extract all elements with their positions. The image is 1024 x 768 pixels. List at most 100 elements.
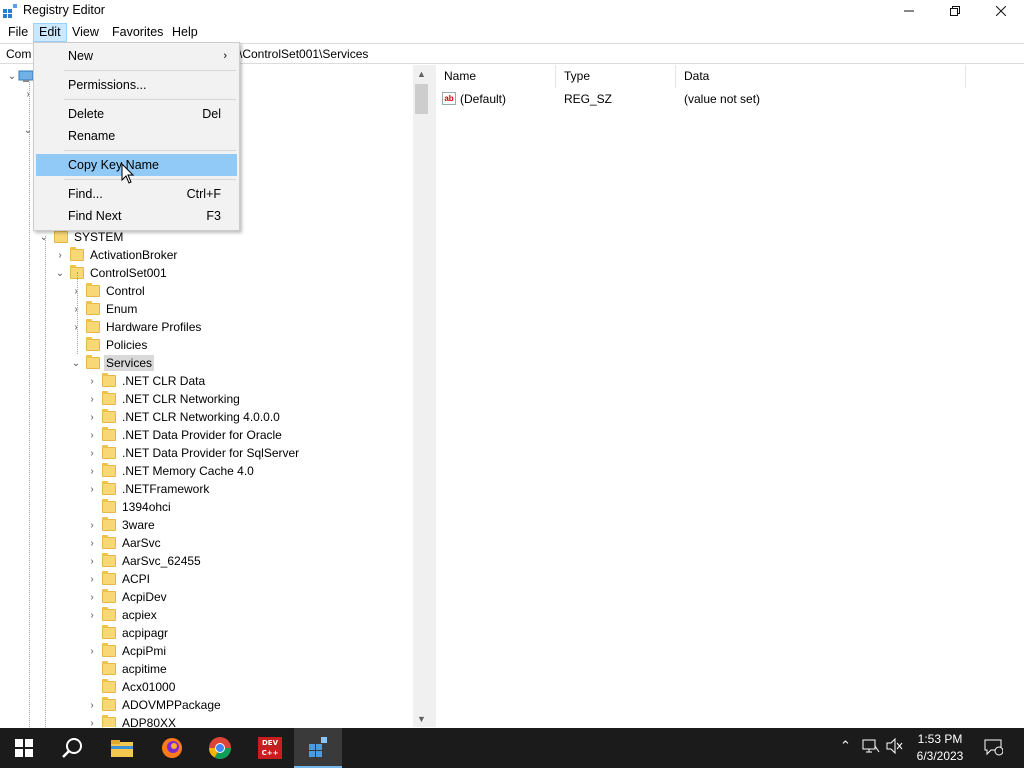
chevron-right-icon[interactable]: › (86, 519, 98, 531)
tree-item-service[interactable]: › .NETFramework (86, 480, 211, 498)
search-button[interactable] (48, 728, 96, 768)
chevron-right-icon[interactable]: › (86, 537, 98, 549)
chevron-right-icon[interactable]: › (86, 645, 98, 657)
tree-item-service[interactable]: › AcpiPmi (86, 642, 168, 660)
show-hidden-icons-icon[interactable]: ⌃ (840, 738, 851, 754)
minimize-button[interactable] (886, 0, 932, 22)
value-row[interactable]: ab (Default) REG_SZ (value not set) (436, 90, 1024, 108)
chevron-right-icon[interactable]: › (86, 699, 98, 711)
tree-connector (86, 501, 98, 513)
tree-item-service[interactable]: › .NET CLR Networking 4.0.0.0 (86, 408, 282, 426)
chevron-right-icon[interactable]: › (86, 429, 98, 441)
folder-icon (86, 355, 100, 369)
chevron-right-icon[interactable]: › (86, 573, 98, 585)
tree-item-control[interactable]: › Control (70, 282, 147, 300)
tree-item-service[interactable]: › .NET Data Provider for Oracle (86, 426, 284, 444)
chevron-right-icon[interactable]: › (86, 411, 98, 423)
menu-edit[interactable]: Edit (33, 23, 67, 42)
chrome-button[interactable] (196, 728, 244, 768)
menu-item-copy-key-name[interactable]: Copy Key Name (36, 154, 237, 176)
chevron-down-icon[interactable]: ⌄ (70, 357, 82, 369)
tree-item-service[interactable]: › AarSvc (86, 534, 163, 552)
tree-item-service[interactable]: acpitime (86, 660, 169, 678)
menu-item-delete[interactable]: Delete Del (36, 103, 237, 125)
tree-item-service[interactable]: › .NET Memory Cache 4.0 (86, 462, 256, 480)
chevron-down-icon[interactable]: ⌄ (6, 70, 18, 82)
folder-icon (102, 679, 116, 693)
menu-item-rename[interactable]: Rename (36, 125, 237, 147)
tree-item-service[interactable]: › .NET CLR Data (86, 372, 207, 390)
tree-scrollbar[interactable]: ▲ ▼ (413, 65, 430, 727)
values-list[interactable]: Name Type Data ab (Default) REG_SZ (valu… (436, 65, 1024, 727)
chevron-right-icon[interactable]: › (86, 447, 98, 459)
tree-item-services[interactable]: ⌄ Services (70, 354, 155, 372)
tree-item-service[interactable]: › acpiex (86, 606, 159, 624)
tree-item-service[interactable]: 1394ohci (86, 498, 173, 516)
column-header-name[interactable]: Name (436, 65, 556, 88)
chevron-right-icon[interactable]: › (86, 465, 98, 477)
tree-item-service[interactable]: › .NET Data Provider for SqlServer (86, 444, 301, 462)
tree-item-service[interactable]: › ADOVMPPackage (86, 696, 223, 714)
tree-item-service[interactable]: › AcpiDev (86, 588, 169, 606)
tree-item-service[interactable]: › ADP80XX (86, 714, 178, 727)
menu-item-permissions[interactable]: Permissions... (36, 74, 237, 96)
menu-help[interactable]: Help (167, 23, 203, 42)
menu-item-new[interactable]: New › (36, 45, 237, 67)
chevron-right-icon[interactable]: › (86, 393, 98, 405)
tree-label-selected: Services (104, 355, 155, 371)
column-header-type[interactable]: Type (556, 65, 676, 88)
network-icon[interactable] (862, 738, 880, 757)
menu-item-find[interactable]: Find... Ctrl+F (36, 183, 237, 205)
devcpp-button[interactable]: DEV C++ (246, 728, 294, 768)
tree-item-service[interactable]: › AarSvc_62455 (86, 552, 203, 570)
tree-label: acpipagr (122, 626, 169, 640)
menu-file[interactable]: File (3, 23, 33, 42)
chevron-right-icon[interactable]: › (86, 717, 98, 728)
volume-muted-icon[interactable] (886, 737, 904, 757)
menu-favorites[interactable]: Favorites (107, 23, 168, 42)
menu-item-label: Find Next (68, 209, 122, 223)
close-button[interactable] (978, 0, 1024, 22)
regedit-taskbar-button[interactable] (294, 728, 342, 768)
chevron-right-icon[interactable]: › (86, 375, 98, 387)
tree-item-hardware-profiles[interactable]: › Hardware Profiles (70, 318, 203, 336)
tree-item-service[interactable]: acpipagr (86, 624, 170, 642)
start-button[interactable] (0, 728, 48, 768)
menu-view[interactable]: View (67, 23, 104, 42)
chevron-right-icon[interactable]: › (54, 249, 66, 261)
chevron-right-icon[interactable]: › (70, 321, 82, 333)
chevron-right-icon[interactable]: › (86, 609, 98, 621)
firefox-button[interactable] (148, 728, 196, 768)
tree-item-service[interactable]: › ACPI (86, 570, 152, 588)
tree-item-service[interactable]: › .NET CLR Networking (86, 390, 242, 408)
chevron-down-icon[interactable]: ⌄ (54, 267, 66, 279)
folder-icon (70, 247, 84, 261)
tree-item-policies[interactable]: Policies (70, 336, 149, 354)
folder-icon (102, 373, 116, 387)
tree-item-activationbroker[interactable]: › ActivationBroker (54, 246, 179, 264)
tree-item-enum[interactable]: › Enum (70, 300, 139, 318)
file-explorer-button[interactable] (98, 728, 146, 768)
tree-connector (86, 663, 98, 675)
clock-date: 6/3/2023 (916, 749, 964, 763)
system-clock[interactable]: 1:53 PM 6/3/2023 (912, 731, 968, 765)
tree-label: AarSvc (122, 536, 161, 550)
menu-shortcut: Ctrl+F (186, 187, 221, 201)
chevron-right-icon[interactable]: › (86, 591, 98, 603)
notifications-icon[interactable] (983, 738, 1004, 759)
chevron-right-icon[interactable]: › (70, 285, 82, 297)
scroll-down-icon[interactable]: ▼ (413, 710, 430, 727)
chevron-right-icon[interactable]: › (70, 303, 82, 315)
chevron-right-icon[interactable]: › (86, 555, 98, 567)
tree-item-controlset001[interactable]: ⌄ ControlSet001 (54, 264, 169, 282)
tree-item-service[interactable]: Acx01000 (86, 678, 177, 696)
scroll-up-icon[interactable]: ▲ (413, 65, 430, 82)
tree-item-service[interactable]: › 3ware (86, 516, 157, 534)
chevron-down-icon[interactable]: ⌄ (38, 231, 50, 243)
column-header-data[interactable]: Data (676, 65, 966, 88)
chevron-right-icon[interactable]: › (86, 483, 98, 495)
scroll-thumb[interactable] (415, 84, 428, 114)
menu-shortcut: Del (202, 107, 221, 121)
maximize-button[interactable] (932, 0, 978, 22)
menu-item-find-next[interactable]: Find Next F3 (36, 205, 237, 227)
